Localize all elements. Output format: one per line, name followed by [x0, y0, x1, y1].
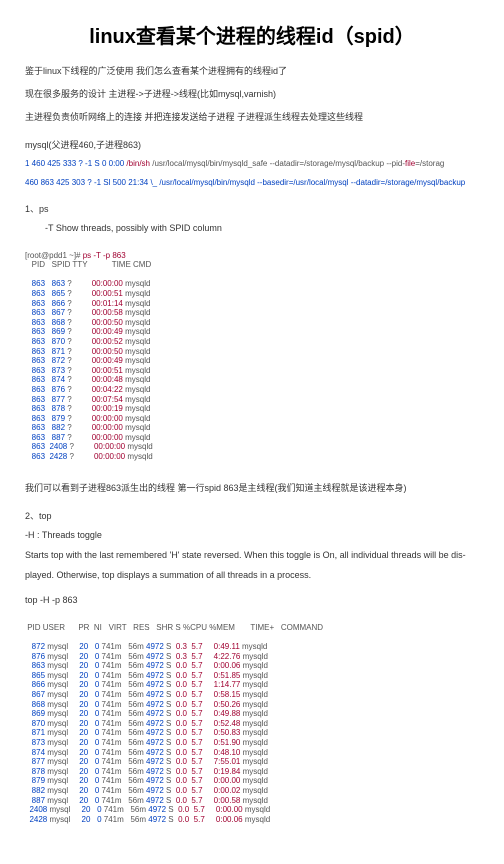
intro-para-3: 主进程负责侦听网络上的连接 并把连接发送给子进程 子进程派生线程去处理这些线程 — [25, 110, 479, 123]
ps-row: 863 878 ? 00:00:19 mysqld — [25, 404, 479, 414]
ps-row: 863 882 ? 00:00:00 mysqld — [25, 423, 479, 433]
top-desc-1: Starts top with the last remembered 'H' … — [25, 550, 479, 560]
ps-section-label: 1、ps — [25, 202, 479, 215]
process-tree-line-1: 1 460 425 333 ? -1 S 0 0:00 /bin/sh /usr… — [25, 159, 479, 168]
top-row: 873 mysql 20 0 741m 56m 4972 S 0.0 5.7 0… — [25, 738, 479, 748]
ps-row: 863 869 ? 00:00:49 mysqld — [25, 327, 479, 337]
ps-flag-desc: -T Show threads, possibly with SPID colu… — [45, 223, 479, 233]
intro-para-1: 鉴于linux下线程的广泛使用 我们怎么查看某个进程拥有的线程id了 — [25, 64, 479, 77]
ps-row: 863 870 ? 00:00:52 mysqld — [25, 337, 479, 347]
top-row: 870 mysql 20 0 741m 56m 4972 S 0.0 5.7 0… — [25, 719, 479, 729]
ps-explanation: 我们可以看到子进程863派生出的线程 第一行spid 863是主线程(我们知道主… — [25, 481, 479, 494]
ps-row: 863 872 ? 00:00:49 mysqld — [25, 356, 479, 366]
intro-para-2: 现在很多服务的设计 主进程->子进程->线程(比如mysql,varnish) — [25, 87, 479, 100]
top-row: 867 mysql 20 0 741m 56m 4972 S 0.0 5.7 0… — [25, 690, 479, 700]
ps-row: 863 877 ? 00:07:54 mysqld — [25, 395, 479, 405]
top-row: 879 mysql 20 0 741m 56m 4972 S 0.0 5.7 0… — [25, 776, 479, 786]
ps-row: 863 865 ? 00:00:51 mysqld — [25, 289, 479, 299]
ps-row: 863 866 ? 00:01:14 mysqld — [25, 299, 479, 309]
ps-row: 863 867 ? 00:00:58 mysqld — [25, 308, 479, 318]
top-row: 866 mysql 20 0 741m 56m 4972 S 0.0 5.7 1… — [25, 680, 479, 690]
top-row: 2428 mysql 20 0 741m 56m 4972 S 0.0 5.7 … — [25, 815, 479, 825]
top-section-label: 2、top — [25, 509, 479, 522]
ps-row: 863 863 ? 00:00:00 mysqld — [25, 279, 479, 289]
top-row: 876 mysql 20 0 741m 56m 4972 S 0.3 5.7 4… — [25, 652, 479, 662]
ps-row: 863 873 ? 00:00:51 mysqld — [25, 366, 479, 376]
ps-row: 863 2428 ? 00:00:00 mysqld — [25, 452, 479, 462]
ps-row: 863 874 ? 00:00:48 mysqld — [25, 375, 479, 385]
top-row: 877 mysql 20 0 741m 56m 4972 S 0.0 5.7 7… — [25, 757, 479, 767]
top-row: 865 mysql 20 0 741m 56m 4972 S 0.0 5.7 0… — [25, 671, 479, 681]
top-row: 871 mysql 20 0 741m 56m 4972 S 0.0 5.7 0… — [25, 728, 479, 738]
process-tree-line-2: 460 863 425 303 ? -1 Sl 500 21:34 \_ /us… — [25, 178, 479, 187]
ps-row: 863 876 ? 00:04:22 mysqld — [25, 385, 479, 395]
ps-row: 863 871 ? 00:00:50 mysqld — [25, 347, 479, 357]
top-output-block: PID USER PR NI VIRT RES SHR S %CPU %MEM … — [25, 613, 479, 834]
ps-row: 863 868 ? 00:00:50 mysqld — [25, 318, 479, 328]
top-cmd-label: top -H -p 863 — [25, 595, 479, 605]
top-row: 874 mysql 20 0 741m 56m 4972 S 0.0 5.7 0… — [25, 748, 479, 758]
ps-row: 863 887 ? 00:00:00 mysqld — [25, 433, 479, 443]
top-desc-2: played. Otherwise, top displays a summat… — [25, 570, 479, 580]
mysql-section-label: mysql(父进程460,子进程863) — [25, 138, 479, 151]
top-row: 887 mysql 20 0 741m 56m 4972 S 0.0 5.7 0… — [25, 796, 479, 806]
page-title: linux查看某个进程的线程id（spid） — [25, 20, 479, 49]
top-row: 863 mysql 20 0 741m 56m 4972 S 0.0 5.7 0… — [25, 661, 479, 671]
top-row: 878 mysql 20 0 741m 56m 4972 S 0.0 5.7 0… — [25, 767, 479, 777]
top-row: 872 mysql 20 0 741m 56m 4972 S 0.3 5.7 0… — [25, 642, 479, 652]
ps-output-block: [root@pdd1 ~]# ps -T -p 863 PID SPID TTY… — [25, 241, 479, 471]
top-row: 868 mysql 20 0 741m 56m 4972 S 0.0 5.7 0… — [25, 700, 479, 710]
ps-row: 863 2408 ? 00:00:00 mysqld — [25, 442, 479, 452]
top-row: 882 mysql 20 0 741m 56m 4972 S 0.0 5.7 0… — [25, 786, 479, 796]
top-h-flag: -H : Threads toggle — [25, 530, 479, 540]
top-row: 2408 mysql 20 0 741m 56m 4972 S 0.0 5.7 … — [25, 805, 479, 815]
ps-row: 863 879 ? 00:00:00 mysqld — [25, 414, 479, 424]
top-row: 869 mysql 20 0 741m 56m 4972 S 0.0 5.7 0… — [25, 709, 479, 719]
